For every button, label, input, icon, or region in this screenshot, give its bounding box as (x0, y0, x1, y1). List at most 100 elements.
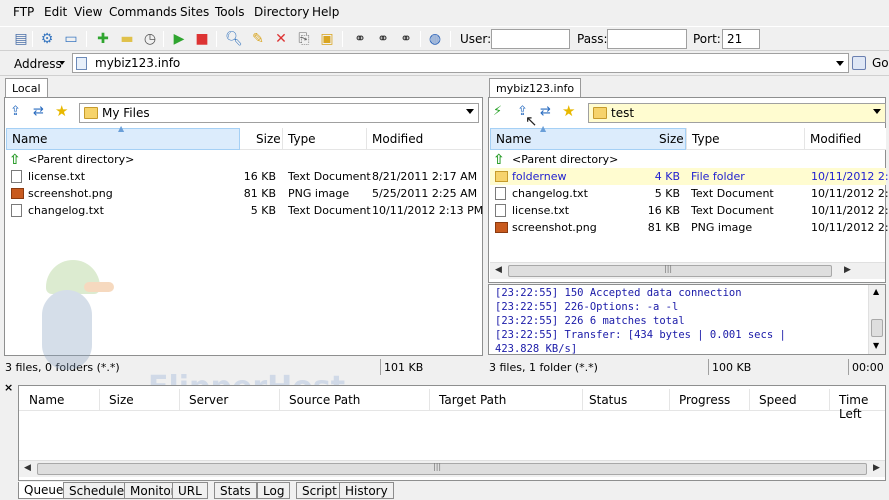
connect-icon[interactable]: ⚡︎ (493, 104, 502, 119)
favorites-star-icon[interactable]: ★ (55, 102, 68, 120)
column-divider[interactable] (179, 389, 180, 411)
parent-directory-row[interactable]: ⇧ <Parent directory> (490, 151, 886, 168)
menu-tools[interactable]: Tools (215, 5, 245, 19)
column-status[interactable]: Status (589, 393, 627, 407)
file-row[interactable]: screenshot.png 81 KB PNG image 5/25/2011 2:… (6, 185, 481, 202)
edit-pencil-icon[interactable]: ✎ (249, 30, 267, 48)
file-row[interactable]: changelog.txt 5 KB Text Document 10/11/2012… (6, 202, 483, 219)
scroll-thumb[interactable]: ||| (508, 264, 832, 277)
parent-directory-row[interactable]: ⇧ <Parent directory> (6, 151, 481, 168)
column-source-path[interactable]: Source Path (289, 393, 360, 407)
tab-script[interactable]: Script (296, 482, 343, 499)
scroll-thumb[interactable]: ||| (37, 462, 867, 475)
file-row[interactable]: foldernew 4 KB File folder 10/11/2012 2:5 (490, 168, 889, 185)
pass-input[interactable] (607, 29, 687, 49)
chevron-down-icon[interactable] (873, 109, 881, 114)
globe-icon[interactable]: ◍ (426, 30, 444, 48)
column-divider[interactable] (582, 389, 583, 411)
favorites-star-icon[interactable]: ★ (562, 102, 575, 120)
up-folder-icon[interactable]: ⇪ (10, 104, 21, 119)
menu-sites[interactable]: Sites (180, 5, 209, 19)
remote-path-select[interactable]: test (588, 103, 886, 123)
column-target-path[interactable]: Target Path (439, 393, 506, 407)
menu-help[interactable]: Help (312, 5, 339, 19)
tab-url[interactable]: URL (172, 482, 208, 499)
delete-icon[interactable]: ✕ (272, 30, 290, 48)
column-divider[interactable] (99, 389, 100, 411)
tab-local[interactable]: Local (5, 78, 48, 98)
scroll-thumb[interactable] (871, 319, 883, 337)
menu-directory[interactable]: Directory (254, 5, 309, 19)
column-size[interactable]: Size (659, 132, 684, 146)
scroll-down-icon[interactable]: ▼ (873, 341, 879, 350)
tab-queue[interactable]: Queue (18, 482, 70, 499)
window-icon[interactable]: ▭ (62, 30, 80, 48)
menu-commands[interactable]: Commands (109, 5, 177, 19)
tab-remote[interactable]: mybiz123.info (489, 78, 582, 98)
column-name[interactable]: Name (29, 393, 64, 407)
chevron-down-icon[interactable] (836, 61, 844, 66)
scroll-right-icon[interactable]: ▶ (844, 265, 851, 275)
column-type[interactable]: Type (692, 132, 720, 146)
file-row[interactable]: license.txt 16 KB Text Document 10/11/2012 … (490, 202, 889, 219)
clock-icon[interactable]: ◷ (141, 30, 159, 48)
column-name[interactable]: Name (496, 132, 531, 146)
column-divider[interactable] (366, 128, 367, 150)
file-row[interactable]: changelog.txt 5 KB Text Document 10/11/2012… (490, 185, 889, 202)
scroll-left-icon[interactable]: ◀ (495, 265, 502, 275)
column-divider[interactable] (804, 128, 805, 150)
port-input[interactable]: 21 (722, 29, 760, 49)
settings-gear-icon[interactable]: ⚙ (38, 30, 56, 48)
column-name[interactable]: Name (12, 132, 47, 146)
tab-stats[interactable]: Stats (214, 482, 257, 499)
user-input[interactable] (491, 29, 570, 49)
chevron-down-icon[interactable] (466, 109, 474, 114)
address-label[interactable]: Address (14, 57, 62, 71)
column-size[interactable]: Size (109, 393, 134, 407)
column-time-left[interactable]: Time Left (839, 393, 885, 421)
log-vertical-scrollbar[interactable]: ▲ ▼ (868, 285, 885, 354)
file-row[interactable]: screenshot.png 81 KB PNG image 10/11/2012 2… (490, 219, 889, 236)
column-divider[interactable] (282, 128, 283, 150)
column-modified[interactable]: Modified (372, 132, 423, 146)
address-field[interactable]: mybiz123.info (72, 53, 849, 73)
menu-view[interactable]: View (74, 5, 102, 19)
rename-icon[interactable]: ⎘ (295, 30, 313, 48)
column-divider[interactable] (669, 389, 670, 411)
column-type[interactable]: Type (288, 132, 316, 146)
column-size[interactable]: Size (256, 132, 281, 146)
site-manager-icon[interactable]: ▤ (12, 30, 30, 48)
tab-history[interactable]: History (339, 482, 394, 499)
scroll-up-icon[interactable]: ▲ (873, 287, 879, 296)
menu-edit[interactable]: Edit (44, 5, 67, 19)
tab-log[interactable]: Log (257, 482, 291, 499)
remove-icon[interactable]: ▬ (118, 30, 136, 48)
local-path-select[interactable]: My Files (79, 103, 479, 123)
file-row[interactable]: license.txt 16 KB Text Document 8/21/2011 2… (6, 168, 481, 185)
binoculars-prev-icon[interactable]: ⚭ (397, 30, 415, 48)
column-divider[interactable] (749, 389, 750, 411)
column-speed[interactable]: Speed (759, 393, 797, 407)
binoculars-next-icon[interactable]: ⚭ (374, 30, 392, 48)
go-button[interactable]: Go (872, 56, 889, 70)
column-progress[interactable]: Progress (679, 393, 730, 407)
column-modified[interactable]: Modified (810, 132, 861, 146)
address-dropdown-icon[interactable] (59, 61, 65, 65)
column-divider[interactable] (829, 389, 830, 411)
column-divider[interactable] (429, 389, 430, 411)
binoculars-icon[interactable]: ⚭ (351, 30, 369, 48)
sync-icon[interactable]: ⇄ (33, 104, 44, 119)
go-icon[interactable] (852, 56, 866, 70)
column-server[interactable]: Server (189, 393, 228, 407)
queue-horizontal-scrollbar[interactable]: ◀ ||| ▶ (19, 460, 885, 477)
sync-icon[interactable]: ⇄ (540, 104, 551, 119)
play-icon[interactable]: ▶ (170, 30, 188, 48)
search-icon[interactable]: 🔍︎ (225, 30, 243, 48)
stop-icon[interactable]: ■ (193, 30, 211, 48)
queue-close-icon[interactable]: × (4, 381, 13, 394)
add-icon[interactable]: ✚ (94, 30, 112, 48)
menu-ftp[interactable]: FTP (13, 5, 34, 19)
new-folder-icon[interactable]: ▣ (318, 30, 336, 48)
scroll-left-icon[interactable]: ◀ (24, 463, 31, 473)
column-divider[interactable] (279, 389, 280, 411)
